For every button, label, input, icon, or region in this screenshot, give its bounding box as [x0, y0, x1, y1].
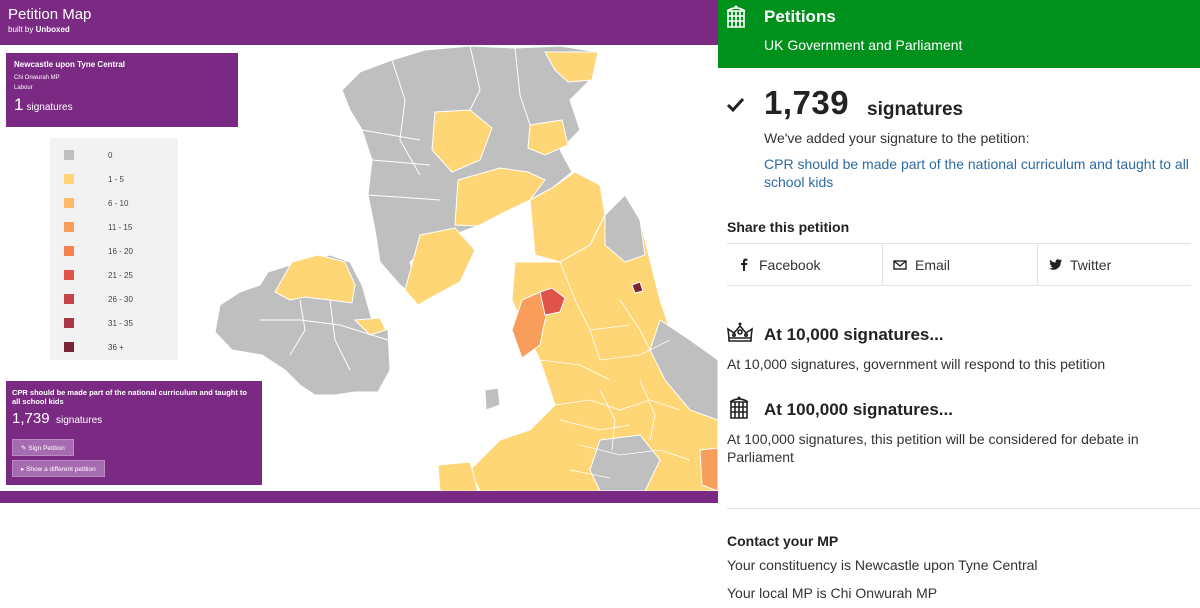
legend-swatch: [64, 270, 74, 280]
milestone-10000-text: At 10,000 signatures, government will re…: [727, 356, 1106, 372]
milestone-100000-heading: At 100,000 signatures...: [764, 400, 953, 419]
share-email-label: Email: [915, 256, 951, 273]
site-subtitle: UK Government and Parliament: [764, 37, 963, 53]
share-twitter-button[interactable]: Twitter: [1037, 244, 1192, 285]
crown-icon: [727, 322, 753, 342]
milestone-10000-heading: At 10,000 signatures...: [764, 325, 944, 344]
map-title: Petition Map: [8, 6, 92, 23]
share-email-button[interactable]: Email: [882, 244, 1038, 285]
petition-title-link[interactable]: CPR should be made part of the national …: [764, 155, 1196, 191]
legend-swatch: [64, 174, 74, 184]
legend-item: 21 - 25: [64, 269, 133, 281]
legend-label: 11 - 15: [108, 222, 133, 232]
legend-label: 36 +: [108, 342, 124, 352]
sign-petition-button[interactable]: ✎ Sign Petition: [12, 439, 74, 456]
constituency-signature-count: 1 signatures: [14, 95, 230, 115]
legend-swatch: [64, 150, 74, 160]
legend-swatch: [64, 222, 74, 232]
petition-title: CPR should be made part of the national …: [12, 388, 248, 406]
petition-count-label: signatures: [56, 415, 103, 426]
petition-map-app: Petition Map built by Unboxed Newcastle …: [0, 0, 718, 503]
show-different-petition-button[interactable]: ▸ Show a different petition: [12, 460, 105, 477]
legend-label: 31 - 35: [108, 318, 133, 328]
site-header: Petitions UK Government and Parliament: [718, 0, 1200, 68]
map-region-wales-north[interactable]: [437, 461, 479, 491]
legend-swatch: [64, 342, 74, 352]
legend-label: 16 - 20: [108, 246, 133, 256]
legend-item: 1 - 5: [64, 173, 124, 185]
legend-swatch: [64, 198, 74, 208]
twitter-icon: [1048, 259, 1062, 270]
petition-signature-count: 1,739 signatures: [12, 410, 256, 428]
legend-item: 16 - 20: [64, 245, 133, 257]
legend-label: 26 - 30: [108, 294, 133, 304]
petition-count-value: 1,739: [12, 410, 50, 427]
legend-label: 0: [108, 150, 113, 160]
map-footer-bar: [0, 491, 718, 503]
map-region-scotland-fife[interactable]: [527, 119, 569, 156]
share-heading: Share this petition: [727, 219, 850, 235]
portcullis-logo-icon[interactable]: [725, 5, 747, 29]
legend-swatch: [64, 294, 74, 304]
map-legend: 0 1 - 5 6 - 10 11 - 15 16 - 20 21 - 25 26 - 30…: [50, 138, 178, 360]
map-region-ni-north[interactable]: [274, 254, 356, 304]
divider: [727, 508, 1200, 509]
share-facebook-label: Facebook: [759, 256, 821, 273]
contact-mp-heading: Contact your MP: [727, 533, 839, 549]
mp-party: Labour: [14, 85, 33, 91]
facebook-icon: [737, 258, 751, 271]
constituency-count-value: 1: [14, 95, 24, 114]
legend-item: 36 +: [64, 341, 124, 353]
signature-count: 1,739: [764, 84, 850, 121]
constituency-name: Newcastle upon Tyne Central: [14, 60, 125, 69]
legend-label: 6 - 10: [108, 198, 129, 208]
share-twitter-label: Twitter: [1070, 256, 1112, 273]
constituency-info-panel: Newcastle upon Tyne Central Chi Onwurah …: [6, 53, 238, 127]
local-mp-text: Your local MP is Chi Onwurah MP: [727, 585, 938, 601]
constituency-text: Your constituency is Newcastle upon Tyne…: [727, 557, 1038, 573]
legend-swatch: [64, 246, 74, 256]
legend-item: 11 - 15: [64, 221, 132, 233]
constituency-count-label: signatures: [26, 102, 73, 113]
map-header: Petition Map built by Unboxed: [0, 0, 718, 45]
map-credit: built by Unboxed: [8, 25, 70, 34]
share-facebook-button[interactable]: Facebook: [727, 244, 882, 285]
petitions-site: Petitions UK Government and Parliament 1…: [718, 0, 1200, 608]
petition-info-panel: CPR should be made part of the national …: [6, 381, 262, 485]
signature-count-label: signatures: [867, 99, 964, 120]
email-icon: [893, 259, 907, 270]
map-region-isle-of-man[interactable]: [484, 387, 501, 411]
check-icon: [726, 97, 745, 113]
site-name[interactable]: Petitions: [764, 7, 836, 27]
legend-item: 6 - 10: [64, 197, 128, 209]
legend-item: 31 - 35: [64, 317, 133, 329]
portcullis-icon: [729, 396, 749, 419]
map-region-lincolnshire-orange[interactable]: [699, 447, 718, 491]
credit-name[interactable]: Unboxed: [36, 25, 70, 34]
legend-item: 26 - 30: [64, 293, 133, 305]
legend-swatch: [64, 318, 74, 328]
mp-name: Chi Onwurah MP: [14, 75, 60, 81]
signature-added-message: We've added your signature to the petiti…: [764, 130, 1030, 146]
milestone-100000-text: At 100,000 signatures, this petition wil…: [727, 431, 1139, 465]
share-options: Facebook Email Twitter: [727, 243, 1191, 286]
legend-label: 1 - 5: [108, 174, 125, 184]
legend-label: 21 - 25: [108, 270, 133, 280]
legend-item: 0: [64, 149, 112, 161]
credit-prefix: built by: [8, 25, 36, 34]
